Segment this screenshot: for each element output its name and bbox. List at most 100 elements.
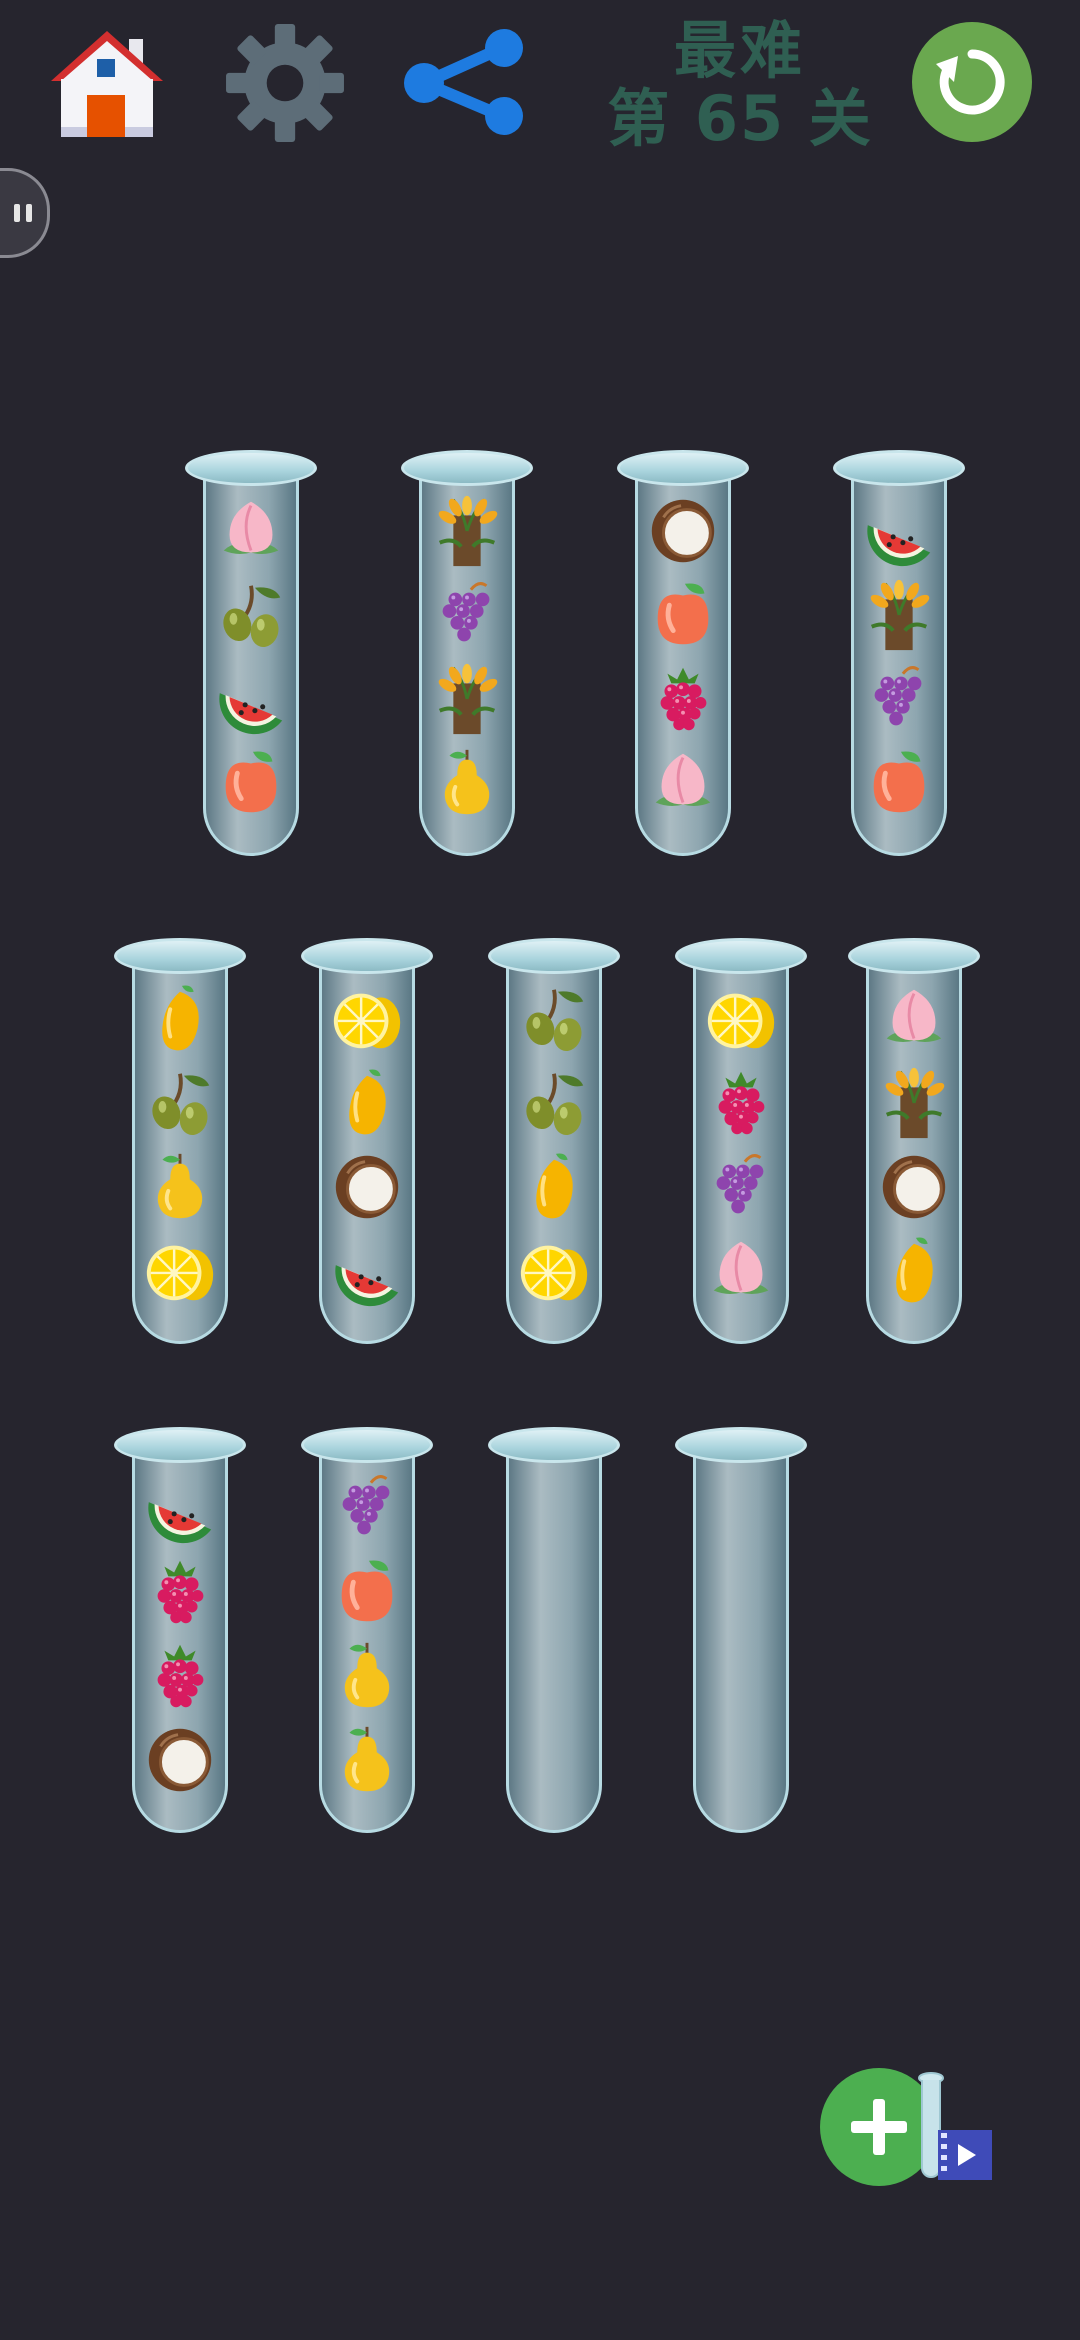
test-tube[interactable] [185,450,317,860]
lemon-icon [509,1229,599,1313]
tube-body [419,472,515,856]
restart-icon [936,49,1005,115]
coconut-icon [135,1718,225,1802]
tube-rim [848,938,980,974]
tube-body [506,1449,602,1833]
tube-body [203,472,299,856]
grape-icon [422,573,512,657]
gear-icon [226,24,344,142]
mango-icon [322,1061,412,1145]
grape-icon [696,1145,786,1229]
share-button[interactable] [400,20,530,146]
tube-rim [675,938,807,974]
pause-button[interactable] [0,168,50,258]
level-number-label: 第 65 关 [607,82,873,155]
olive-icon [135,1061,225,1145]
mango-icon [509,1145,599,1229]
coconut-icon [869,1145,959,1229]
apple-icon [854,741,944,825]
test-tube[interactable] [301,1427,433,1837]
test-tube[interactable] [675,938,807,1348]
mango-icon [869,1229,959,1313]
apple-icon [206,741,296,825]
watermelon-icon [206,657,296,741]
peach-icon [206,489,296,573]
wheat-icon [422,657,512,741]
tube-contents [696,977,786,1313]
tube-rim [185,450,317,486]
test-tube[interactable] [301,938,433,1348]
restart-button[interactable] [912,22,1032,142]
test-tube[interactable] [675,1427,807,1837]
tube-contents [135,977,225,1313]
test-tube[interactable] [488,938,620,1348]
test-tube[interactable] [833,450,965,860]
pear-icon [322,1634,412,1718]
olive-icon [509,977,599,1061]
tube-body [132,960,228,1344]
test-tube[interactable] [617,450,749,860]
tube-body [851,472,947,856]
lemon-icon [135,1229,225,1313]
lemon-icon [322,977,412,1061]
raspberry-icon [135,1634,225,1718]
tube-body [866,960,962,1344]
wheat-icon [422,489,512,573]
test-tube[interactable] [401,450,533,860]
tube-rim [675,1427,807,1463]
tube-contents [869,977,959,1313]
peach-icon [869,977,959,1061]
olive-icon [206,573,296,657]
pear-icon [422,741,512,825]
apple-icon [322,1550,412,1634]
home-button[interactable] [44,20,170,146]
tube-contents [509,977,599,1313]
watermelon-icon [322,1229,412,1313]
raspberry-icon [696,1061,786,1145]
tube-body [319,960,415,1344]
tube-contents [322,1466,412,1802]
video-play-icon [938,2130,992,2180]
tube-body [506,960,602,1344]
tube-rim [301,1427,433,1463]
apple-icon [638,573,728,657]
tube-body [693,960,789,1344]
test-tube[interactable] [114,938,246,1348]
peach-icon [696,1229,786,1313]
settings-button[interactable] [222,20,348,146]
tube-contents [638,489,728,825]
share-icon [404,29,523,135]
tube-rim [617,450,749,486]
plus-icon [851,2099,907,2155]
tube-rim [401,450,533,486]
tube-rim [488,1427,620,1463]
test-tube[interactable] [114,1427,246,1837]
tube-rim [488,938,620,974]
tube-rim [114,1427,246,1463]
pear-icon [135,1145,225,1229]
tube-rim [301,938,433,974]
tube-body [635,472,731,856]
coconut-icon [322,1145,412,1229]
olive-icon [509,1061,599,1145]
raspberry-icon [135,1550,225,1634]
mango-icon [135,977,225,1061]
test-tube[interactable] [848,938,980,1348]
tube-body [319,1449,415,1833]
lemon-icon [696,977,786,1061]
peach-icon [638,741,728,825]
tube-contents [322,977,412,1313]
tube-contents [854,489,944,825]
house-icon [51,31,163,137]
tube-contents [422,489,512,825]
wheat-icon [854,573,944,657]
tube-contents [135,1466,225,1802]
test-tube[interactable] [488,1427,620,1837]
grape-icon [854,657,944,741]
pear-icon [322,1718,412,1802]
difficulty-label: 最难 [673,14,806,87]
watermelon-icon [854,489,944,573]
grape-icon [322,1466,412,1550]
coconut-icon [638,489,728,573]
tube-rim [833,450,965,486]
